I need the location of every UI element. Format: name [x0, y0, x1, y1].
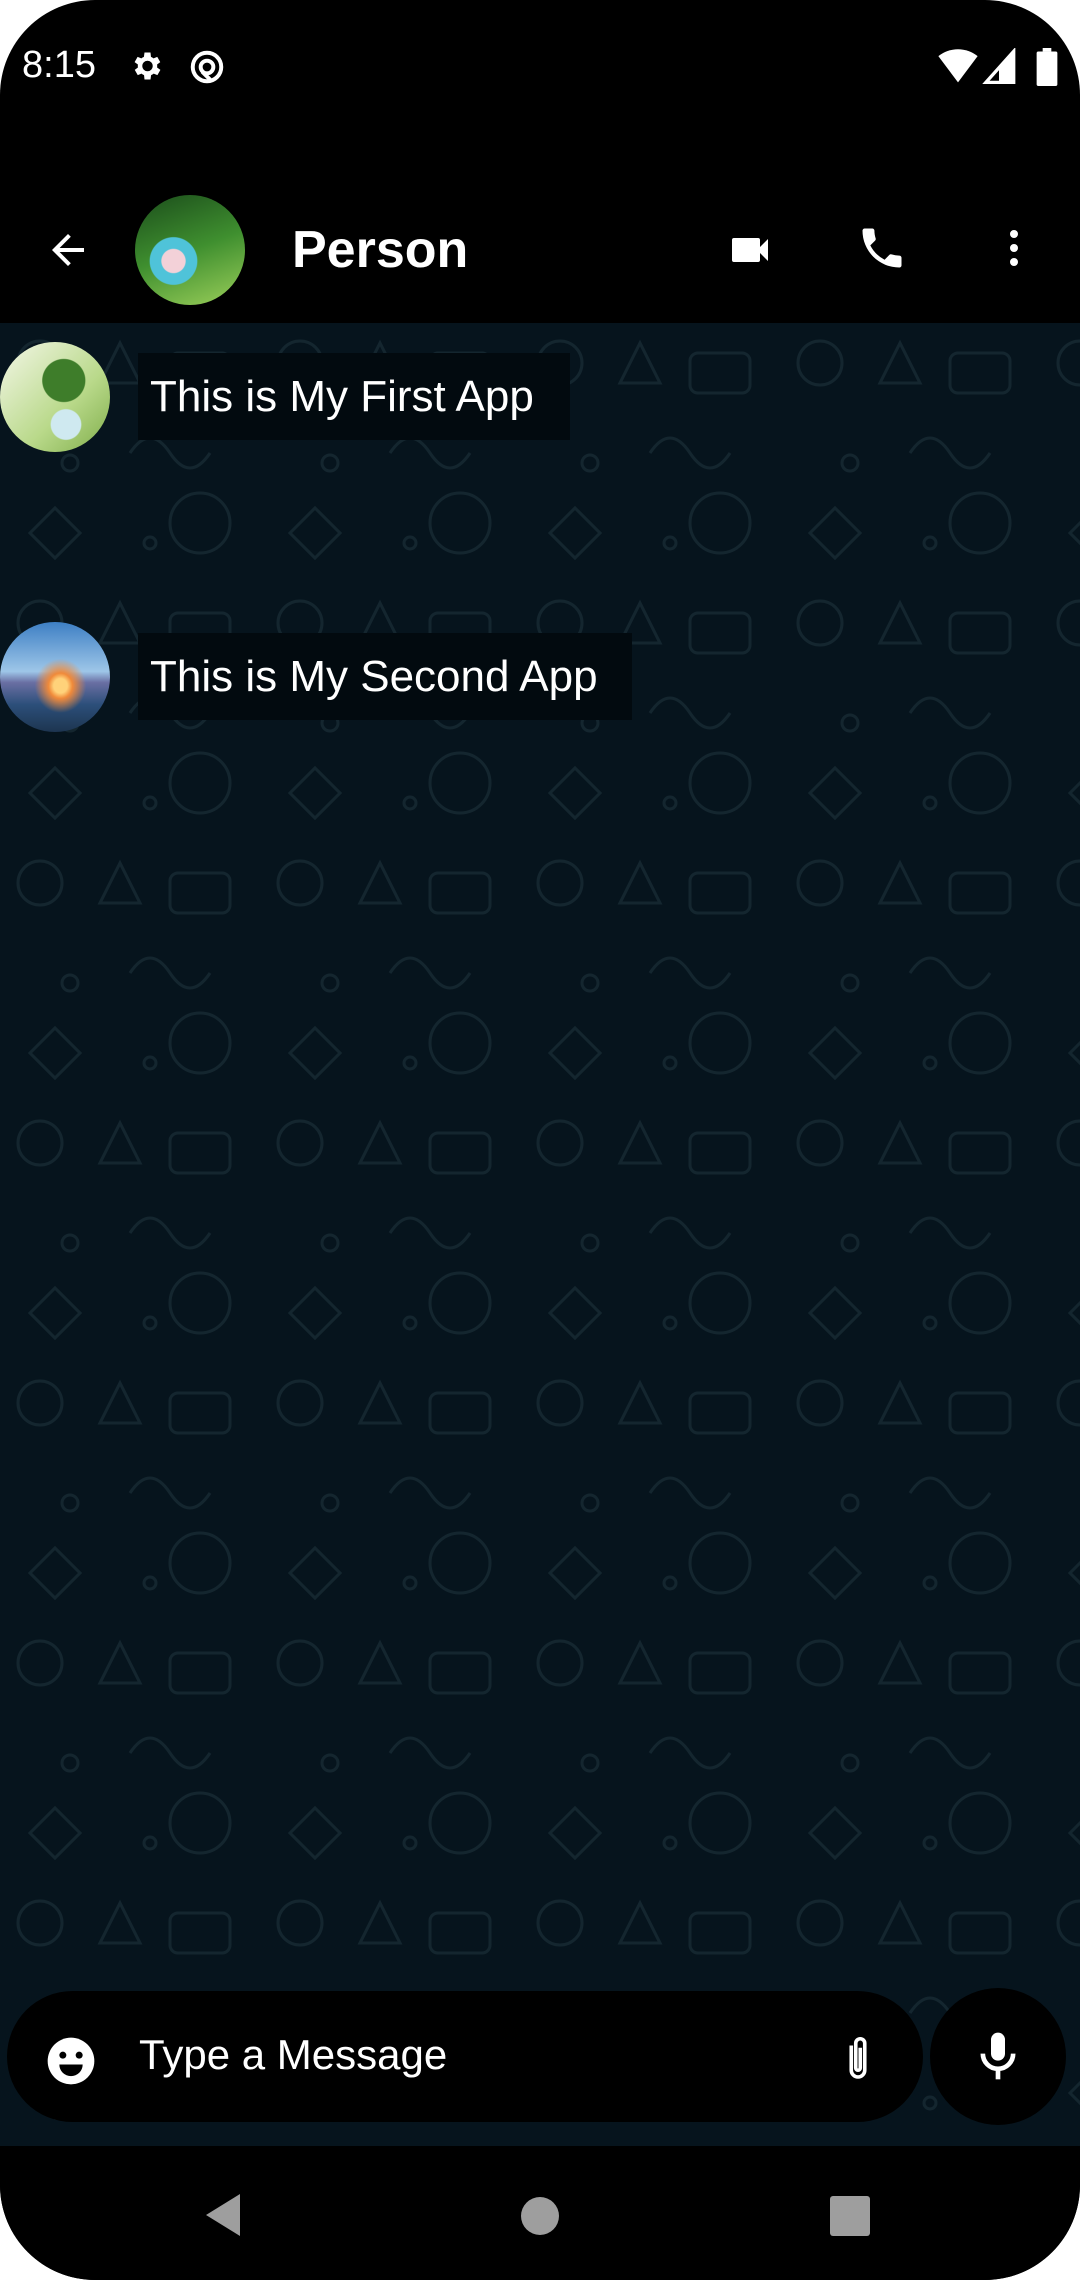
nav-home-icon[interactable]	[520, 2196, 560, 2236]
status-bar: 8:15	[0, 0, 1080, 135]
phone-icon[interactable]	[856, 222, 908, 274]
gear-icon	[134, 52, 161, 80]
message-avatar	[0, 342, 110, 452]
mic-icon	[980, 2032, 1016, 2080]
wallpaper-doodle-pattern	[0, 323, 1080, 2146]
message-avatar	[0, 622, 110, 732]
attach-icon[interactable]	[831, 2027, 885, 2091]
mic-button[interactable]	[930, 1988, 1066, 2125]
navigation-bar	[0, 2146, 1080, 2280]
data-saver-icon	[190, 50, 224, 84]
message-input[interactable]: Type a Message	[7, 1991, 923, 2122]
status-time: 8:15	[22, 44, 96, 86]
nav-recents-icon[interactable]	[830, 2196, 870, 2236]
message-bubble[interactable]: This is My First App	[138, 353, 570, 440]
signal-icon	[982, 48, 1016, 84]
phone-screen: 8:15 Person This is My First App This is…	[0, 0, 1080, 2280]
contact-avatar[interactable]	[135, 195, 245, 305]
wifi-icon	[938, 49, 978, 83]
chat-area[interactable]	[0, 323, 1080, 2146]
back-arrow-icon[interactable]	[44, 226, 92, 274]
nav-back-icon[interactable]	[204, 2192, 244, 2238]
video-call-icon[interactable]	[724, 226, 776, 274]
emoji-icon[interactable]	[43, 2033, 99, 2089]
more-vert-icon[interactable]	[990, 224, 1038, 272]
message-bubble[interactable]: This is My Second App	[138, 633, 632, 720]
battery-icon	[1036, 48, 1058, 86]
contact-name[interactable]: Person	[292, 220, 468, 280]
message-placeholder: Type a Message	[139, 2031, 448, 2078]
